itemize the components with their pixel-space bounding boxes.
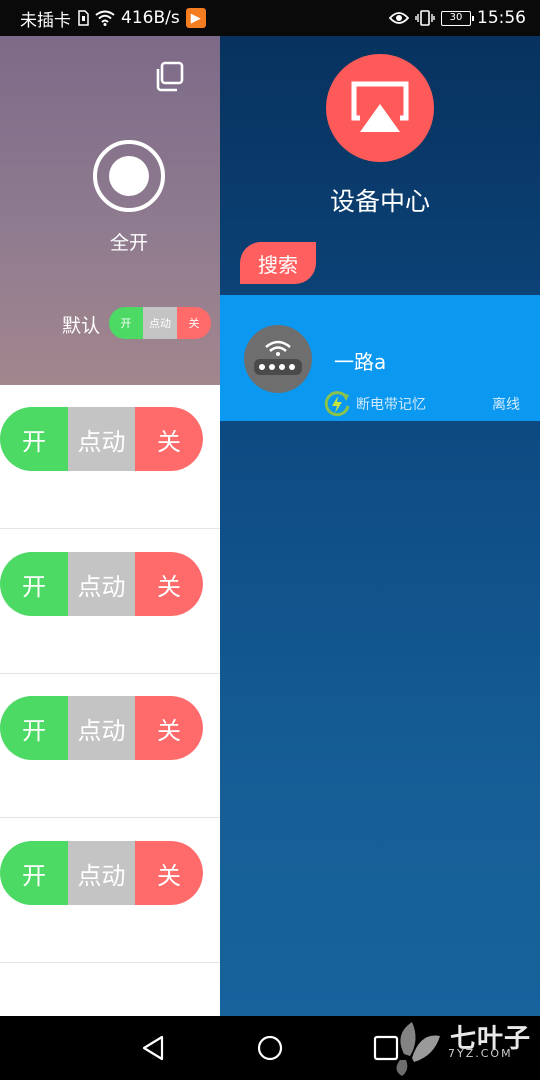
default-pulse-option[interactable]: 点动	[143, 307, 177, 339]
power-memory-label: 断电带记忆	[356, 397, 426, 413]
channel-off-button[interactable]: 关	[135, 407, 203, 471]
airplay-icon	[326, 54, 434, 162]
channel-switch: 开 点动 关	[0, 696, 203, 760]
power-memory-icon	[324, 391, 350, 417]
channel-row: 开 点动 关	[0, 674, 220, 818]
status-right: 30 15:56	[389, 8, 526, 28]
channel-switch: 开 点动 关	[0, 552, 203, 616]
default-on-option[interactable]: 开	[109, 307, 143, 339]
sim-icon	[78, 10, 89, 26]
channel-off-button[interactable]: 关	[135, 552, 203, 616]
channel-on-button[interactable]: 开	[0, 696, 68, 760]
airplay-glyph-icon	[351, 81, 409, 132]
channel-switch: 开 点动 关	[0, 407, 203, 471]
channel-pulse-button[interactable]: 点动	[68, 841, 135, 905]
battery-icon: 30	[441, 10, 474, 26]
net-speed: 416B/s	[121, 8, 180, 28]
channel-pulse-button[interactable]: 点动	[68, 407, 135, 471]
default-mode-switch: 开 点动 关	[109, 307, 211, 339]
channel-off-button[interactable]: 关	[135, 696, 203, 760]
clock: 15:56	[477, 8, 526, 28]
channel-row: 开 点动 关	[0, 819, 220, 963]
router-icon	[244, 325, 312, 393]
all-on-label: 全开	[109, 232, 148, 254]
all-on-button[interactable]	[93, 140, 165, 212]
channel-off-button[interactable]: 关	[135, 841, 203, 905]
default-off-option[interactable]: 关	[177, 307, 211, 339]
home-icon[interactable]	[254, 1032, 286, 1064]
all-on-button-dot	[109, 156, 149, 196]
wifi-icon	[95, 10, 115, 26]
eye-icon	[389, 12, 409, 24]
default-label: 默认	[62, 315, 101, 337]
channel-on-button[interactable]: 开	[0, 407, 68, 471]
channel-panel-header: 全开 默认 开 点动 关	[0, 36, 220, 385]
status-left: 未插卡 416B/s ▶	[20, 6, 206, 31]
copy-icon[interactable]	[152, 60, 186, 94]
watermark-url: 7YZ.COM	[448, 1047, 513, 1060]
channel-panel: 全开 默认 开 点动 关 开 点动 关 开 点动 关 开 点动 关 开 点动 关	[0, 36, 220, 1016]
device-status: 离线	[492, 397, 520, 413]
device-center-drawer: 设备中心 搜索 一路a 断电带记忆 离线	[220, 36, 540, 1016]
search-button[interactable]: 搜索	[240, 242, 316, 284]
device-list-item[interactable]: 一路a 断电带记忆 离线	[220, 295, 540, 421]
carrier-text: 未插卡	[20, 10, 71, 31]
channel-switch: 开 点动 关	[0, 841, 203, 905]
back-icon[interactable]	[138, 1032, 170, 1064]
channel-on-button[interactable]: 开	[0, 552, 68, 616]
vibrate-icon	[415, 10, 435, 26]
device-name: 一路a	[334, 350, 387, 374]
channel-row: 开 点动 关	[0, 530, 220, 674]
channel-row: 开 点动 关	[0, 385, 220, 529]
device-center-title: 设备中心	[329, 187, 430, 216]
channel-pulse-button[interactable]: 点动	[68, 552, 135, 616]
app-notification-icon: ▶	[185, 8, 206, 28]
status-bar: 未插卡 416B/s ▶ 30 15:56	[0, 0, 540, 36]
channel-pulse-button[interactable]: 点动	[68, 696, 135, 760]
channel-on-button[interactable]: 开	[0, 841, 68, 905]
